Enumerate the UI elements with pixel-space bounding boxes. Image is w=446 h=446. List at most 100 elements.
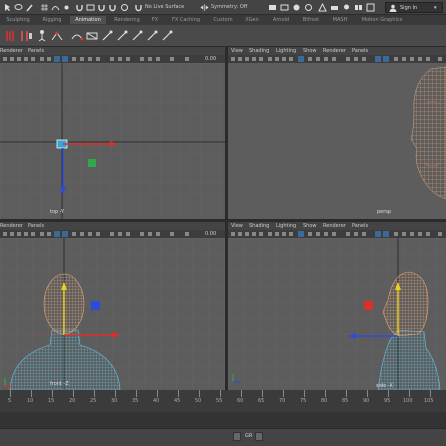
shelf-tab-arnold[interactable]: Arnold — [268, 16, 294, 24]
shelf-tab-fx-caching[interactable]: FX Caching — [166, 16, 206, 24]
tick-mark — [388, 390, 389, 397]
tick-label: 5 — [8, 398, 12, 404]
menu-lighting[interactable]: Lighting — [276, 223, 296, 229]
snap-view-icon[interactable] — [86, 3, 95, 12]
shelf-tab-rendering[interactable]: Rendering — [108, 16, 146, 24]
tick-mark — [199, 390, 200, 397]
range-slider[interactable] — [0, 412, 446, 428]
shelf-tab-bifrost[interactable]: Bifrost — [298, 16, 324, 24]
tick-label: 20 — [69, 398, 76, 404]
menu-lighting[interactable]: Lighting — [276, 48, 296, 54]
hypershade-icon[interactable] — [304, 3, 313, 12]
select-tool-icon[interactable] — [3, 3, 12, 12]
ipr-render-icon[interactable] — [280, 3, 289, 12]
menu-panels[interactable]: Panels — [28, 223, 44, 229]
lasso-icon[interactable] — [14, 3, 23, 12]
shelf-tab-xgen[interactable]: XGen — [240, 16, 264, 24]
tick-label: 35 — [132, 398, 139, 404]
axis-gizmo — [4, 378, 13, 387]
skeleton-icon[interactable] — [35, 29, 49, 43]
symmetry-label[interactable]: Symmetry: Off — [211, 4, 247, 10]
snap-curve-icon[interactable] — [51, 3, 60, 12]
panel-menubar: View Shading Lighting Show Renderer Pane… — [228, 222, 446, 230]
live-surface-icon[interactable] — [134, 3, 143, 12]
menu-shading[interactable]: Shading — [249, 48, 269, 54]
magnet-icon[interactable] — [75, 3, 84, 12]
menu-renderer[interactable]: Renderer — [0, 223, 23, 229]
menu-show[interactable]: Show — [303, 223, 317, 229]
sequencer-icon[interactable] — [354, 3, 363, 12]
menu-panels[interactable]: Panels — [352, 48, 368, 54]
viewport-front[interactable]: Renderer Panels 0.00 front -Z — [0, 222, 225, 390]
viewport-side[interactable]: View Shading Lighting Show Renderer Pane… — [228, 222, 446, 390]
light-icon[interactable] — [342, 3, 351, 12]
move-manipulator-front[interactable] — [34, 280, 124, 360]
shelf-tab-custom[interactable]: Custom — [208, 16, 238, 24]
shelf-tab-sculpting[interactable]: Sculpting — [2, 16, 34, 24]
menu-view[interactable]: View — [231, 223, 243, 229]
viewport-top[interactable]: Renderer Panels 0.00 top -Y — [0, 47, 225, 219]
menu-panels[interactable]: Panels — [28, 48, 44, 54]
tick-mark — [325, 390, 326, 397]
motion-path-icon[interactable] — [70, 29, 84, 43]
menu-view[interactable]: View — [231, 48, 243, 54]
shelf-tab-mash[interactable]: MASH — [328, 16, 352, 24]
top-camera-label: top -Y — [50, 209, 65, 215]
move-manipulator-side[interactable] — [346, 280, 416, 350]
layout-icon[interactable] — [366, 3, 375, 12]
constraint-scale-icon[interactable] — [145, 29, 159, 43]
constraint-aim-icon[interactable] — [115, 29, 129, 43]
front-camera-label: front -Z — [50, 381, 69, 387]
paint-select-icon[interactable] — [25, 3, 34, 12]
tick-mark — [136, 390, 137, 397]
menu-renderer[interactable]: Renderer — [323, 48, 346, 54]
shelf-tab-fx[interactable]: FX — [148, 16, 162, 24]
panel-menubar: Renderer Panels — [0, 47, 225, 55]
constraint-parent-icon[interactable] — [160, 29, 174, 43]
sign-in-button[interactable]: Sign In ▾ — [385, 2, 443, 13]
menu-renderer[interactable]: Renderer — [0, 48, 23, 54]
menu-show[interactable]: Show — [303, 48, 317, 54]
snap-live-icon[interactable] — [97, 3, 106, 12]
viewport-side-canvas[interactable]: side -X — [228, 238, 446, 390]
tick-mark — [52, 390, 53, 397]
camera-icon[interactable] — [330, 3, 339, 12]
live-surface-label[interactable]: No Live Surface — [145, 4, 184, 10]
tick-label: 45 — [174, 398, 181, 404]
viewport-persp-canvas[interactable]: persp — [228, 63, 446, 219]
menu-renderer[interactable]: Renderer — [323, 223, 346, 229]
tick-label: 90 — [363, 398, 370, 404]
tick-label: 65 — [258, 398, 265, 404]
snap-grid-icon[interactable] — [40, 3, 49, 12]
render-frame-icon[interactable] — [268, 3, 277, 12]
script-editor-button[interactable] — [255, 432, 263, 441]
panel-divider-horizontal[interactable] — [0, 219, 446, 222]
toolbar-value[interactable]: 0.00 — [205, 56, 216, 62]
breakdown-key-icon[interactable] — [20, 29, 34, 43]
render-settings-icon[interactable] — [292, 3, 301, 12]
create-clip-icon[interactable] — [85, 29, 99, 43]
move-manipulator-top[interactable] — [55, 137, 125, 197]
menu-shading[interactable]: Shading — [249, 223, 269, 229]
toolbar-value[interactable]: 0.00 — [205, 231, 216, 237]
history-icon[interactable] — [108, 3, 117, 12]
constraint-point-icon[interactable] — [100, 29, 114, 43]
command-line-label: GR — [245, 433, 253, 439]
symmetry-icon[interactable] — [200, 3, 209, 12]
shelf-tab-animation[interactable]: Animation — [70, 16, 106, 24]
snap-point-icon[interactable] — [62, 3, 71, 12]
tick-mark — [157, 390, 158, 397]
viewport-front-canvas[interactable]: front -Z — [0, 238, 225, 390]
viewport-top-canvas[interactable]: top -Y — [0, 63, 225, 219]
construction-icon[interactable] — [120, 3, 129, 12]
menu-panels[interactable]: Panels — [352, 223, 368, 229]
time-slider[interactable]: 5 10 15 20 25 30 35 40 45 50 55 60 65 70… — [0, 390, 446, 412]
ik-handle-icon[interactable] — [50, 29, 64, 43]
constraint-orient-icon[interactable] — [130, 29, 144, 43]
shelf-tab-motion-graphics[interactable]: Motion Graphics — [356, 16, 408, 24]
shelf-tab-rigging[interactable]: Rigging — [36, 16, 68, 24]
viewport-persp[interactable]: View Shading Lighting Show Renderer Pane… — [228, 47, 446, 219]
set-key-icon[interactable] — [5, 29, 19, 43]
arnold-render-icon[interactable] — [318, 2, 327, 12]
mel-toggle-button[interactable] — [233, 432, 241, 441]
